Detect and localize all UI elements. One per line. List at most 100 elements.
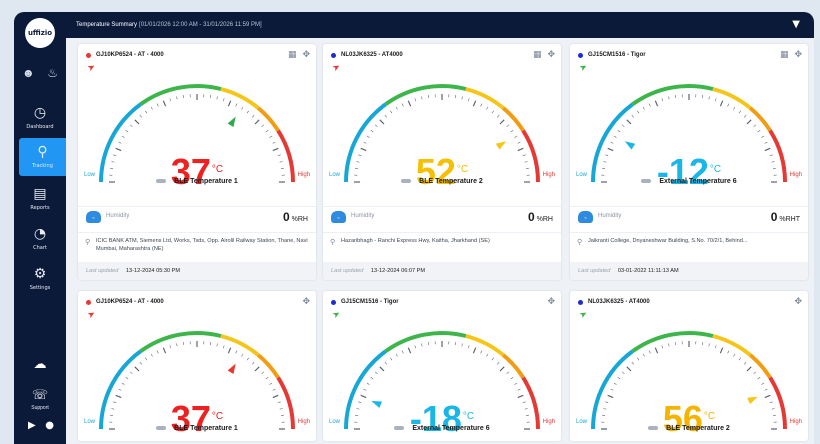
user-icon[interactable]: ☻	[22, 66, 35, 82]
gauge-arc-segment	[465, 334, 505, 357]
gauge-tick	[395, 106, 398, 110]
sensor-card[interactable]: GJ10KP6524 - AT - 4000 ➤ ✥ 37°C Low High BLE…	[78, 291, 316, 441]
gauge-tick	[129, 371, 133, 375]
sensor-card[interactable]: NL03JK6325 - AT4000 ➤ ▦ ✥ 52°C Low High BLE T…	[323, 44, 561, 280]
sensor-name: BLE Temperature 2	[570, 425, 808, 432]
gauge-tick	[674, 95, 676, 99]
gauge-tick	[517, 141, 521, 144]
vehicle-name[interactable]: GJ10KP6524 - AT - 4000	[96, 52, 164, 58]
drag-handle-icon[interactable]: ✥	[794, 50, 802, 60]
gauge-tick	[390, 357, 393, 361]
gauge-tick	[210, 342, 212, 346]
vehicle-name[interactable]: NL03JK6325 - AT4000	[588, 299, 650, 305]
company-logo[interactable]: uffizio	[25, 18, 55, 48]
last-updated-row: Last updated 13-12-2024 05:30 PM	[78, 262, 316, 280]
gauge-tick	[134, 119, 140, 125]
sidebar-item-settings[interactable]: ⚙ Settings	[14, 260, 66, 298]
last-updated-label: Last updated	[578, 268, 611, 274]
gauge-tick	[134, 366, 140, 372]
gauge-tick	[719, 100, 724, 107]
gauge-tick	[727, 350, 730, 354]
cloud-upload-icon[interactable]: ☁	[14, 357, 66, 372]
gauge-needle	[227, 363, 236, 374]
gauge-tick	[360, 147, 367, 152]
sidebar-item-dashboard[interactable]: ◷ Dashboard	[14, 99, 66, 137]
apple-icon[interactable]: ●	[45, 420, 54, 431]
gauge-tick	[661, 98, 663, 102]
sensor-card[interactable]: NL03JK6325 - AT4000 ➤ ✥ 56°C Low High BLE Te…	[570, 291, 808, 441]
play-store-icon[interactable]: ▶	[28, 420, 36, 431]
vehicle-name[interactable]: GJ10KP6524 - AT - 4000	[96, 299, 164, 305]
page-header: Temperature Summary [01/01/2026 12:00 AM…	[66, 12, 814, 38]
gauge-tick	[145, 357, 148, 361]
card-tools: ✥	[794, 297, 802, 307]
temperature-unit: °C	[211, 411, 224, 422]
last-updated-row: Last updated 13-12-2024 06:07 PM	[323, 262, 561, 280]
gauge-tick	[764, 147, 771, 152]
location-icon: ⚲	[37, 144, 48, 160]
gauge-tick	[708, 96, 710, 100]
gauge-tick	[499, 119, 505, 125]
sensor-card[interactable]: GJ15CM1516 - Tigor ➤ ▦ ✥ -12°C Low High Exter…	[570, 44, 808, 280]
humidity-value: 0 %RH	[282, 210, 308, 224]
temperature-unit: °C	[709, 164, 722, 175]
gauge-tick	[227, 100, 232, 107]
gauge-tick	[468, 98, 470, 102]
chart-icon[interactable]: ▦	[288, 50, 297, 60]
gauge-tick	[176, 343, 178, 347]
support-icon[interactable]: ☏	[14, 388, 66, 403]
gauge-tick	[139, 114, 143, 118]
vehicle-name[interactable]: GJ15CM1516 - Tigor	[341, 299, 399, 305]
gauge-tick	[251, 114, 255, 118]
gauge-tick	[455, 95, 457, 99]
gauge-tick	[118, 141, 122, 144]
gauge-arc-segment	[712, 334, 752, 357]
address-row: ⚲ Hazaribhagh - Ranchi Express Hwy, Kait…	[323, 232, 561, 262]
gauge-tick	[363, 388, 367, 391]
gauge-tick	[743, 361, 747, 365]
gauge-arc-segment	[465, 87, 505, 110]
support-label: Support	[31, 405, 49, 411]
gauge-tick	[251, 361, 255, 365]
sensor-card[interactable]: GJ10KP6524 - AT - 4000 ➤ ▦ ✥ 37°C Low High BL…	[78, 44, 316, 280]
gauge-tick	[216, 96, 218, 100]
gauge-tick	[621, 124, 625, 128]
drag-handle-icon[interactable]: ✥	[547, 297, 555, 307]
filter-icon[interactable]: ▼	[792, 19, 800, 30]
sensor-icon	[401, 179, 412, 184]
temperature-gauge: 52°C	[323, 72, 561, 192]
drag-handle-icon[interactable]: ✥	[302, 297, 310, 307]
drag-handle-icon[interactable]: ✥	[794, 297, 802, 307]
sidebar-item-reports[interactable]: ▤ Reports	[14, 180, 66, 218]
drag-handle-icon[interactable]: ✥	[302, 50, 310, 60]
gauge-tick	[150, 353, 153, 357]
gauge-tick	[269, 135, 273, 138]
humidity-label: Humidity	[598, 213, 622, 219]
gauge-tick	[421, 96, 423, 100]
gauge-tick	[235, 103, 238, 107]
location-pin-icon: ⚲	[577, 238, 583, 246]
app-frame: uffizio ☻ ♨ ◷ Dashboard ⚲ Tracking ▤ Rep…	[14, 12, 814, 444]
sidebar-item-tracking[interactable]: ⚲ Tracking	[19, 138, 66, 176]
gauge-tick	[254, 119, 260, 125]
gauge-tick	[261, 124, 265, 128]
vehicle-name[interactable]: GJ15CM1516 - Tigor	[588, 52, 646, 58]
page-title: Temperature Summary	[76, 22, 138, 28]
gauge-tick	[761, 382, 765, 385]
sensor-icon	[156, 426, 167, 431]
drag-handle-icon[interactable]: ✥	[547, 50, 555, 60]
sensor-card[interactable]: GJ15CM1516 - Tigor ➤ ✥ -18°C Low High Extern…	[323, 291, 561, 441]
bell-icon[interactable]: ♨	[47, 66, 58, 82]
gauge-tick	[145, 110, 148, 114]
chart-icon[interactable]: ▦	[780, 50, 789, 60]
sidebar-item-chart[interactable]: ◔ Chart	[14, 220, 66, 258]
gauge-tick	[621, 371, 625, 375]
gauge-tick	[626, 119, 632, 125]
address-row: ⚲ ICIC BANK ATM, Siemens Ltd, Works, Tsd…	[78, 232, 316, 262]
chart-icon[interactable]: ▦	[533, 50, 542, 60]
gauge-tick	[661, 345, 663, 349]
gauge-arc-segment	[256, 353, 280, 379]
gauge-tick	[764, 388, 768, 391]
vehicle-name[interactable]: NL03JK6325 - AT4000	[341, 52, 403, 58]
status-dot	[331, 299, 336, 305]
